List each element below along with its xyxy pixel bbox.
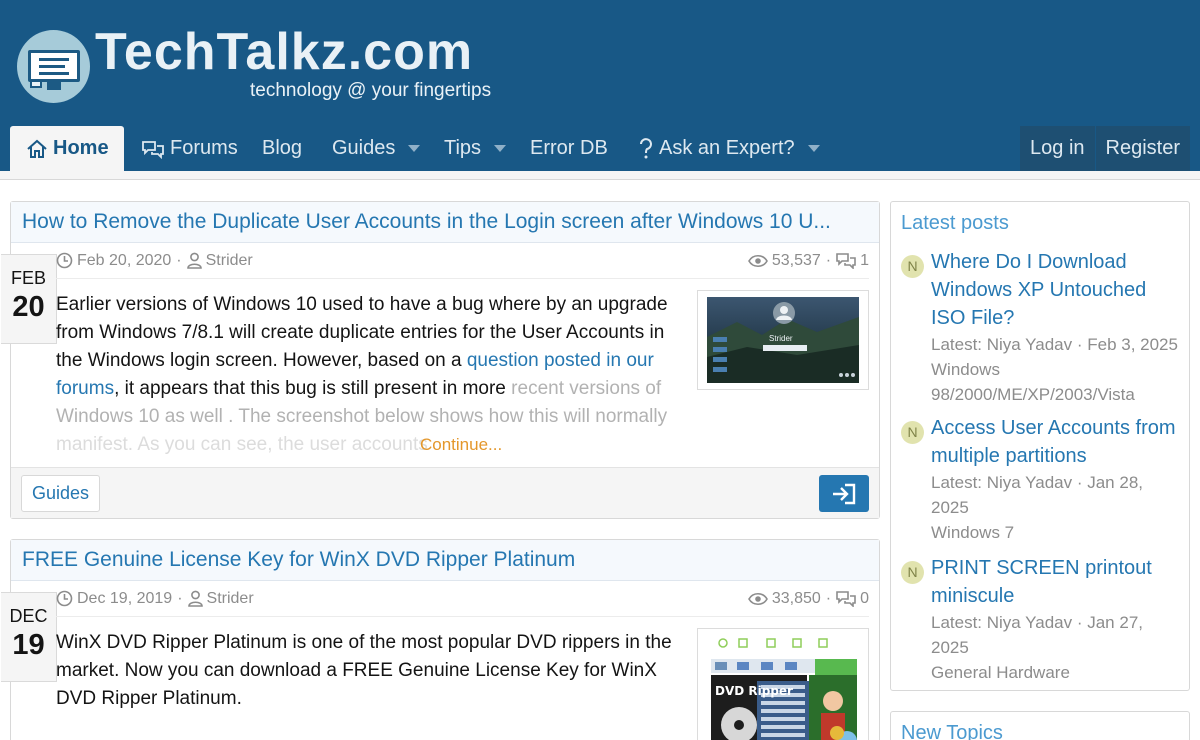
list-item: N Access User Accounts from multiple par… (901, 414, 1179, 545)
view-count: 53,537 (771, 251, 821, 269)
main-nav: Home Forums Blog Guides Tips Error DB As… (0, 126, 1200, 171)
date-badge: FEB 20 (1, 254, 57, 344)
nav-home-label: Home (53, 137, 109, 159)
article-author[interactable]: Strider (207, 590, 254, 608)
nav-guides-label: Guides (332, 137, 396, 159)
view-count: 33,850 (771, 589, 821, 607)
date-badge: DEC 19 (1, 592, 57, 682)
nav-forums-label: Forums (170, 137, 238, 159)
nav-ask-expert-label: Ask an Expert? (659, 137, 795, 159)
nav-ask-expert[interactable]: Ask an Expert? (638, 126, 820, 171)
article-date[interactable]: Dec 19, 2019 (77, 590, 172, 608)
post-meta: Latest: Niya Yadav · Jan 28, 2025 (931, 473, 1143, 517)
list-item: N PRINT SCREEN printout miniscule Latest… (901, 554, 1179, 685)
nav-forums[interactable]: Forums (141, 126, 238, 171)
date-day: 20 (12, 291, 45, 323)
thumb-username: Strider (769, 334, 793, 343)
register-button[interactable]: Register (1094, 126, 1190, 171)
avatar[interactable]: N (901, 421, 924, 444)
article-meta: Dec 19, 2019 · Strider 33,850 · 0 (56, 581, 869, 617)
comments-icon (142, 140, 164, 159)
logo-computer-icon[interactable] (17, 30, 90, 103)
site-header: TechTalkz.com technology @ your fingerti… (0, 0, 1200, 171)
nav-subbar (0, 171, 1200, 180)
date-day: 19 (12, 629, 45, 661)
chevron-down-icon[interactable] (494, 145, 507, 152)
list-item: N Where Do I Download Windows XP Untouch… (901, 248, 1179, 407)
date-month: FEB (10, 268, 46, 288)
article-meta: Feb 20, 2020 · Strider 53,537 · 1 (56, 243, 869, 279)
sign-in-arrow-icon (833, 483, 856, 504)
avatar[interactable]: N (901, 561, 924, 584)
article-thumbnail[interactable]: DVD Ripper (697, 628, 869, 740)
article-thumbnail[interactable]: Strider (697, 290, 869, 390)
article-author[interactable]: Strider (206, 252, 253, 270)
clock-icon (56, 252, 73, 269)
post-meta: Latest: Niya Yadav · Jan 27, 2025 (931, 613, 1143, 657)
article-snippet: WinX DVD Ripper Platinum is one of the m… (56, 632, 672, 709)
dvd-ripper-thumbnail-image: DVD Ripper (705, 633, 861, 740)
site-logo-text[interactable]: TechTalkz.com (95, 26, 473, 78)
reply-count: 0 (860, 589, 869, 607)
article-card: How to Remove the Duplicate User Account… (1, 201, 880, 519)
post-meta: Latest: Niya Yadav · Feb 3, 2025 (931, 335, 1178, 354)
post-forum-link[interactable]: Windows 7 (931, 520, 1179, 545)
login-button[interactable]: Log in (1020, 126, 1095, 171)
article-footer: Guides (11, 467, 879, 518)
latest-posts-block: Latest posts N Where Do I Download Windo… (890, 201, 1190, 691)
reply-count: 1 (860, 251, 869, 269)
date-month: DEC (9, 606, 48, 626)
article-snippet: Earlier versions of Windows 10 used to h… (56, 294, 668, 455)
question-icon (640, 137, 652, 158)
eye-icon (747, 592, 768, 605)
nav-blog-label: Blog (262, 137, 303, 159)
nav-tips[interactable]: Tips (444, 126, 507, 171)
nav-home[interactable]: Home (10, 126, 124, 171)
nav-guides[interactable]: Guides (332, 126, 421, 171)
article-date[interactable]: Feb 20, 2020 (77, 252, 171, 270)
post-title-link[interactable]: Access User Accounts from multiple parti… (931, 414, 1179, 470)
home-icon (27, 139, 47, 158)
comments-icon (836, 591, 856, 607)
chevron-down-icon[interactable] (408, 145, 421, 152)
comments-icon (836, 253, 856, 269)
avatar[interactable]: N (901, 255, 924, 278)
chevron-down-icon[interactable] (807, 145, 820, 152)
continue-link[interactable]: Continue... (420, 435, 502, 455)
nav-error-db[interactable]: Error DB (530, 126, 608, 171)
new-topics-block: New Topics (890, 711, 1190, 740)
article-title[interactable]: How to Remove the Duplicate User Account… (11, 202, 879, 243)
nav-blog[interactable]: Blog (262, 126, 302, 171)
user-icon (186, 252, 202, 269)
site-tagline: technology @ your fingertips (250, 80, 492, 101)
latest-posts-title[interactable]: Latest posts (891, 202, 1189, 235)
post-forum-link[interactable]: General Hardware (931, 660, 1179, 685)
post-title-link[interactable]: Where Do I Download Windows XP Untouched… (931, 248, 1179, 332)
eye-icon (747, 254, 768, 267)
article-title[interactable]: FREE Genuine License Key for WinX DVD Ri… (11, 540, 879, 581)
read-more-button[interactable] (819, 475, 869, 512)
category-tag-button[interactable]: Guides (21, 475, 101, 512)
nav-error-db-label: Error DB (530, 137, 608, 159)
account-links: Log in Register (1020, 126, 1190, 171)
clock-icon (56, 590, 73, 607)
post-title-link[interactable]: PRINT SCREEN printout miniscule (931, 554, 1179, 610)
nav-tips-label: Tips (444, 137, 482, 159)
post-forum-link[interactable]: Windows 98/2000/ME/XP/2003/Vista (931, 357, 1179, 407)
new-topics-title[interactable]: New Topics (891, 712, 1189, 740)
user-icon (187, 590, 203, 607)
article-card: FREE Genuine License Key for WinX DVD Ri… (1, 539, 880, 740)
thumb-product-label: DVD Ripper (715, 684, 793, 698)
